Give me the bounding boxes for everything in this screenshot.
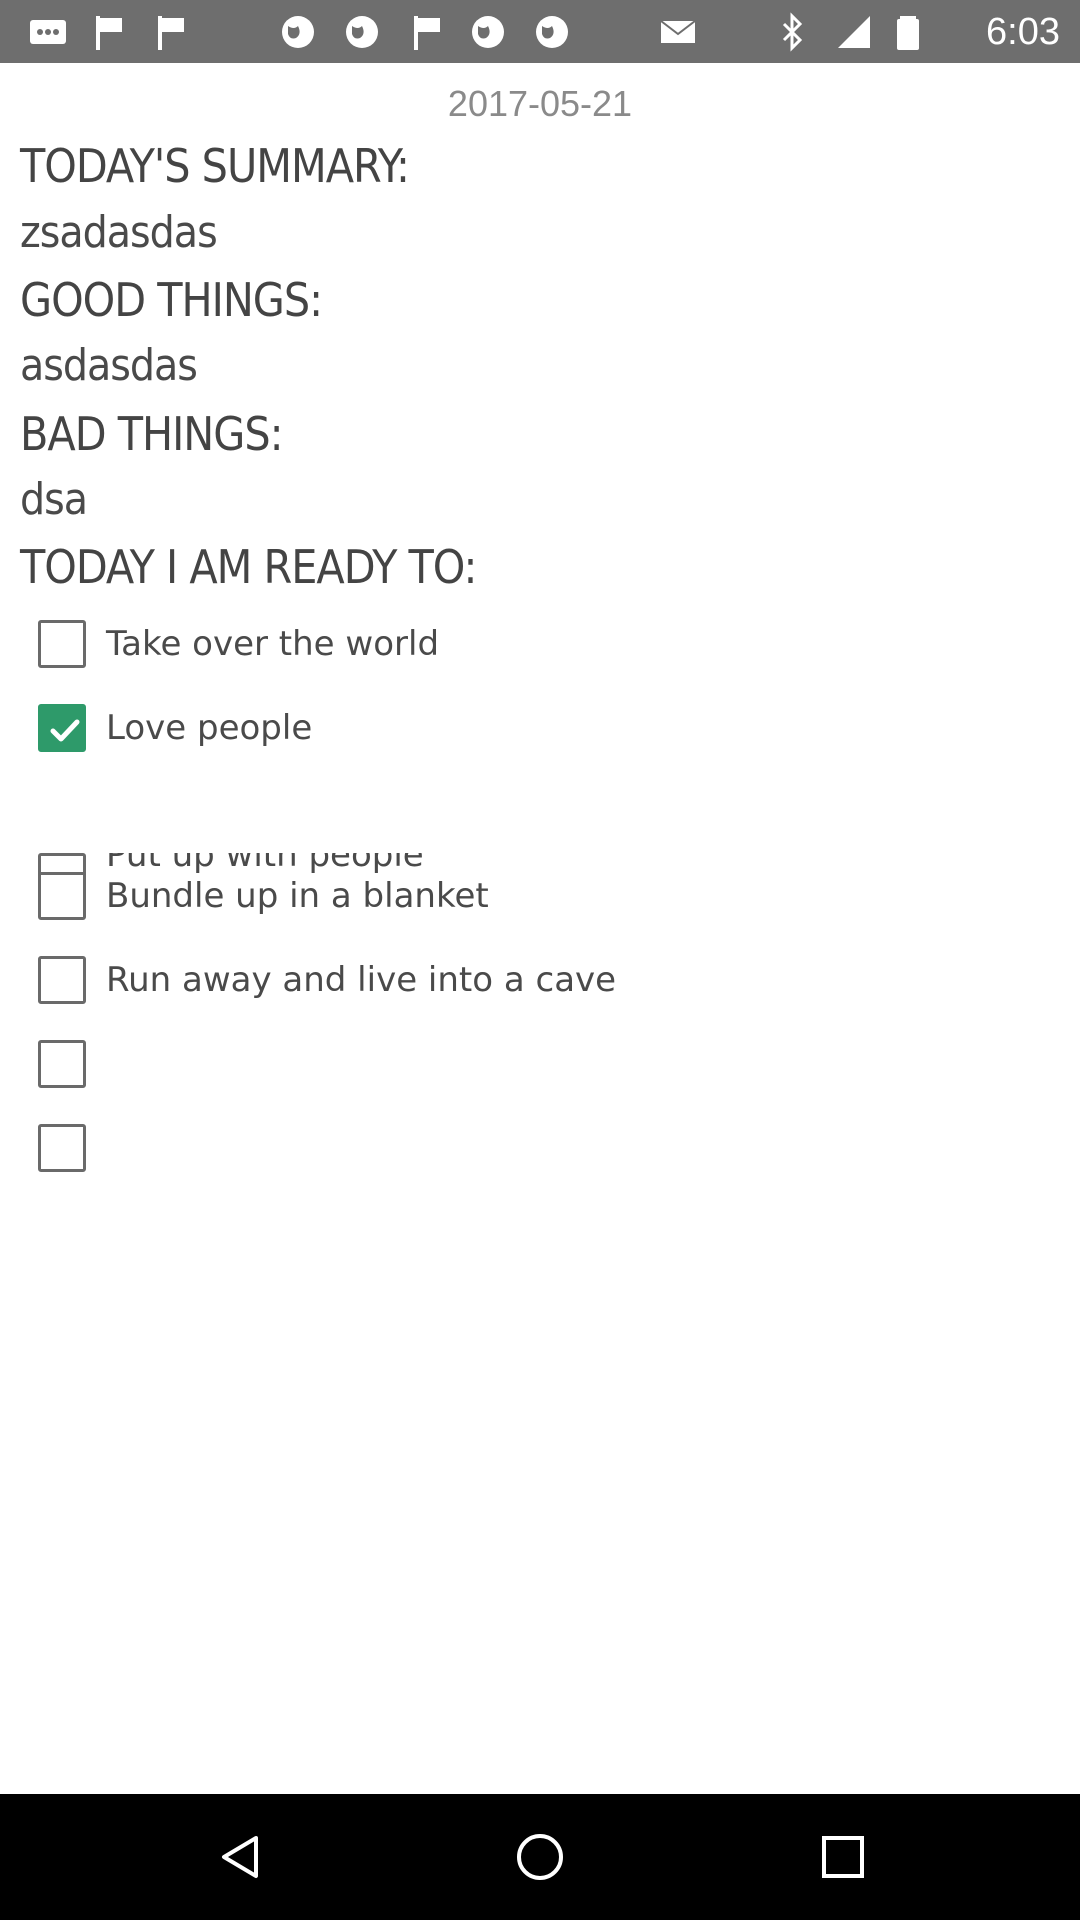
checklist-item-label: Take over the world — [106, 624, 440, 664]
flag-icon — [88, 12, 128, 52]
checkbox[interactable] — [38, 1124, 86, 1172]
bluetooth-icon — [772, 12, 812, 52]
checklist-item[interactable]: Take over the world — [38, 620, 938, 670]
ready-to-heading: TODAY I AM READY TO: — [20, 540, 477, 594]
entry-date: 2017-05-21 — [447, 83, 633, 124]
globe-icon — [468, 12, 508, 52]
flag-icon — [150, 12, 190, 52]
bad-things-heading: BAD THINGS: — [20, 407, 284, 461]
checkbox[interactable] — [38, 872, 86, 920]
summary-value[interactable]: zsadasdas — [20, 207, 218, 258]
checklist-item[interactable] — [38, 1124, 938, 1174]
back-icon[interactable] — [216, 1832, 266, 1882]
navigation-bar — [0, 1794, 1080, 1920]
checklist-item[interactable] — [38, 1040, 938, 1090]
checklist-item[interactable]: Love people — [38, 704, 938, 754]
recents-icon[interactable] — [818, 1832, 868, 1882]
clock: 6:03 — [986, 11, 1060, 53]
bad-things-value[interactable]: dsa — [20, 474, 88, 525]
checklist-item[interactable]: Run away and live into a cave — [38, 956, 938, 1006]
checkbox[interactable] — [38, 620, 86, 668]
home-icon[interactable] — [515, 1832, 565, 1882]
checkbox[interactable] — [38, 1040, 86, 1088]
checklist-item-label: Love people — [106, 708, 313, 748]
checklist-item-label: Bundle up in a blanket — [106, 876, 489, 916]
summary-heading: TODAY'S SUMMARY: — [20, 139, 410, 193]
flag-icon — [406, 12, 446, 52]
checkbox[interactable] — [38, 956, 86, 1004]
checkbox-checked[interactable] — [38, 704, 86, 752]
more-icon — [28, 12, 68, 52]
checklist-item[interactable]: Bundle up in a blanket — [38, 872, 938, 922]
mail-icon — [658, 12, 698, 52]
globe-icon — [278, 12, 318, 52]
globe-icon — [532, 12, 572, 52]
good-things-heading: GOOD THINGS: — [20, 273, 323, 327]
battery-icon — [888, 12, 928, 52]
status-bar: 6:03 — [0, 0, 1080, 63]
good-things-value[interactable]: asdasdas — [20, 340, 198, 391]
signal-icon — [834, 12, 874, 52]
checklist-item-label: Run away and live into a cave — [106, 960, 617, 1000]
checkmark-icon — [50, 719, 80, 742]
journal-entry: 2017-05-21 TODAY'S SUMMARY: zsadasdas GO… — [0, 63, 1080, 1794]
globe-icon — [342, 12, 382, 52]
